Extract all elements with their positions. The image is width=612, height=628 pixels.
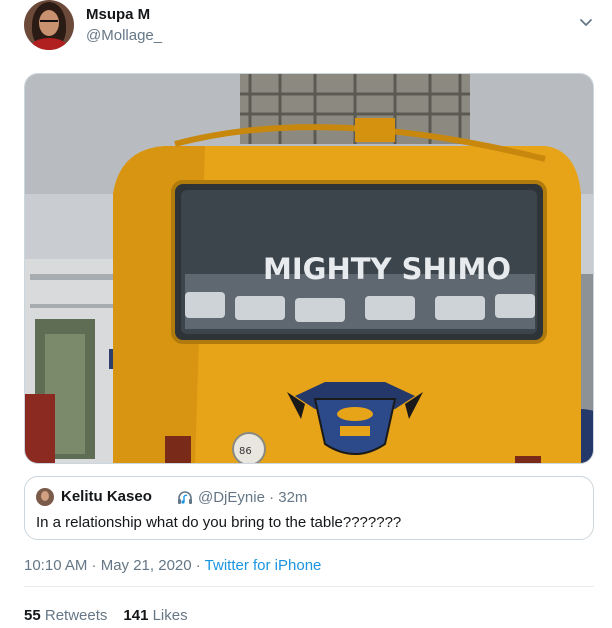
tweet-meta: 10:10 AM · May 21, 2020 · Twitter for iP… <box>24 557 321 574</box>
quoted-tweet-text: In a relationship what do you bring to t… <box>36 514 402 531</box>
bus-photo: MIGHTY SHIMO 86 <box>25 74 593 463</box>
retweets-stat[interactable]: 55 Retweets <box>24 607 107 624</box>
headphones-icon <box>178 491 192 504</box>
tweet-stats: 55 Retweets 141 Likes <box>24 607 188 624</box>
avatar-glasses <box>40 20 58 24</box>
quoted-handle-time[interactable]: @DjEynie · 32m <box>198 489 307 506</box>
chevron-down-icon[interactable] <box>578 16 594 30</box>
retweets-count: 55 <box>24 607 41 624</box>
tweet-photo[interactable]: MIGHTY SHIMO 86 <box>24 73 594 464</box>
quoted-tweet[interactable]: Kelitu Kaseo @DjEynie · 32m In a relatio… <box>24 476 594 540</box>
retweets-label: Retweets <box>40 607 108 624</box>
bus-plate-text: 86 <box>239 446 252 457</box>
quoted-author-avatar[interactable] <box>36 488 54 506</box>
quoted-author-name[interactable]: Kelitu Kaseo <box>61 488 152 505</box>
bus-window-text: MIGHTY SHIMO <box>263 252 511 286</box>
author-handle[interactable]: @Mollage_ <box>86 27 162 44</box>
likes-count: 141 <box>123 607 149 624</box>
tweet-timestamp[interactable]: 10:10 AM · May 21, 2020 · <box>24 557 205 574</box>
likes-label: Likes <box>148 607 188 624</box>
tweet-source-link[interactable]: Twitter for iPhone <box>205 557 322 574</box>
likes-stat[interactable]: 141 Likes <box>123 607 187 624</box>
quoted-avatar-face <box>41 491 49 501</box>
tweet-card: Msupa M @Mollage_ MIGHTY SHIMO 86 Kelitu… <box>0 0 612 628</box>
author-display-name[interactable]: Msupa M <box>86 6 150 23</box>
divider <box>24 586 594 587</box>
author-avatar[interactable] <box>24 0 74 50</box>
